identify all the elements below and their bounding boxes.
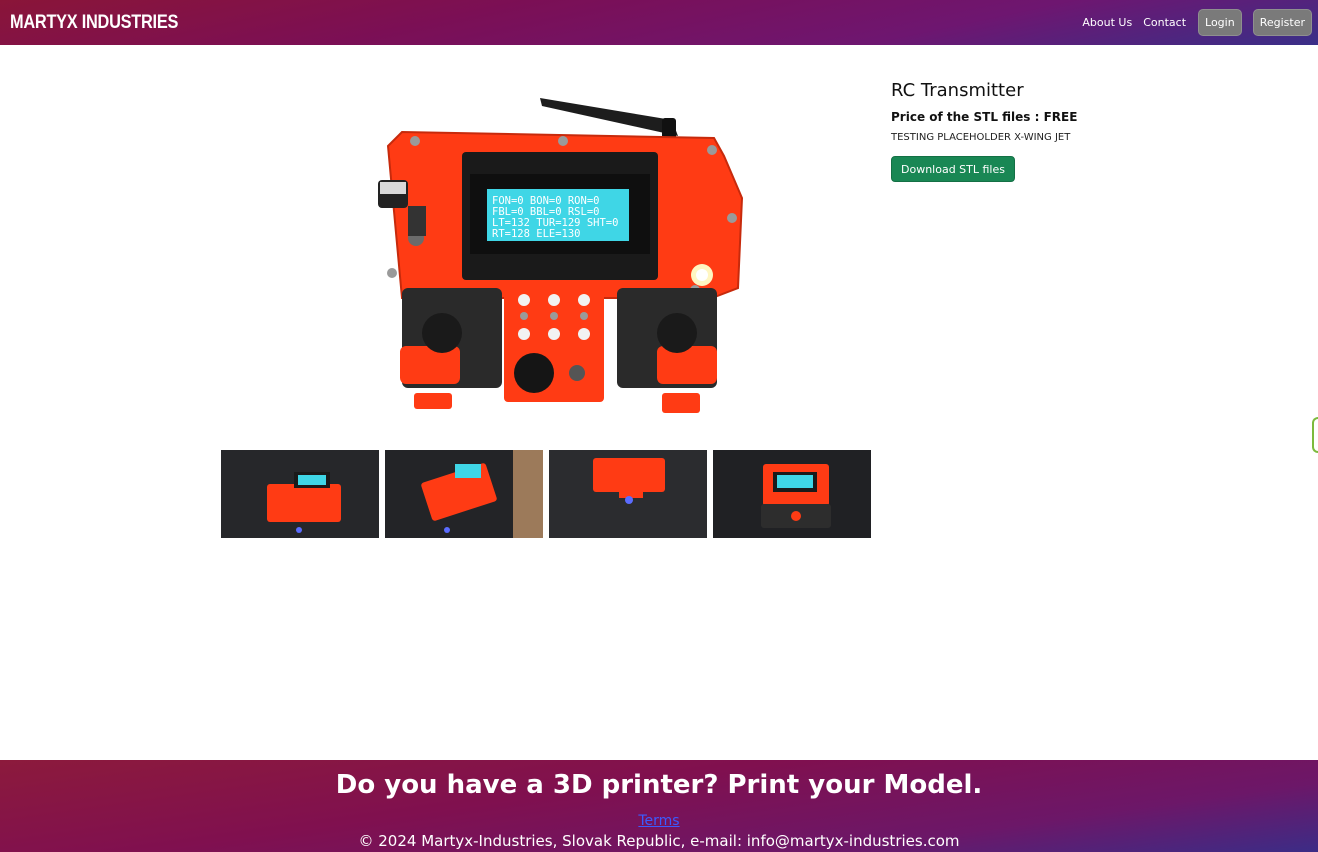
nav-menu: About Us Contact Login Register <box>1082 9 1312 36</box>
thumbnail-gallery <box>221 450 871 538</box>
rc-transmitter-image: FON=0 BON=0 RON=0 FBL=0 BBL=0 RSL=0 LT=1… <box>378 98 744 413</box>
thumbnail-3[interactable] <box>549 450 707 538</box>
nav-link-about[interactable]: About Us <box>1082 16 1132 29</box>
product-price: Price of the STL files : FREE <box>891 110 1078 124</box>
thumbnail-1[interactable] <box>221 450 379 538</box>
product-title: RC Transmitter <box>891 80 1024 101</box>
download-stl-button[interactable]: Download STL files <box>891 156 1015 182</box>
footer-headline: Do you have a 3D printer? Print your Mod… <box>335 770 983 800</box>
login-button[interactable]: Login <box>1198 9 1242 36</box>
terms-link[interactable]: Terms <box>638 813 679 829</box>
product-main-image[interactable]: FON=0 BON=0 RON=0 FBL=0 BBL=0 RSL=0 LT=1… <box>372 88 744 422</box>
thumbnail-2[interactable] <box>385 450 543 538</box>
footer-copyright: © 2024 Martyx-Industries, Slovak Republi… <box>358 832 960 850</box>
product-info-panel: RC Transmitter Price of the STL files : … <box>891 80 1191 182</box>
top-navbar: Martyx Industries About Us Contact Login… <box>0 0 1318 45</box>
side-feedback-tab[interactable] <box>1312 417 1318 453</box>
page-footer: Do you have a 3D printer? Print your Mod… <box>0 760 1318 852</box>
nav-link-contact[interactable]: Contact <box>1143 16 1186 29</box>
thumbnail-4[interactable] <box>713 450 871 538</box>
register-button[interactable]: Register <box>1252 9 1312 36</box>
lcd-line-4: RT=128 ELE=130 <box>492 228 581 240</box>
product-description: TESTING PLACEHOLDER X-WING JET <box>891 132 1071 143</box>
brand-logo[interactable]: Martyx Industries <box>10 12 178 34</box>
